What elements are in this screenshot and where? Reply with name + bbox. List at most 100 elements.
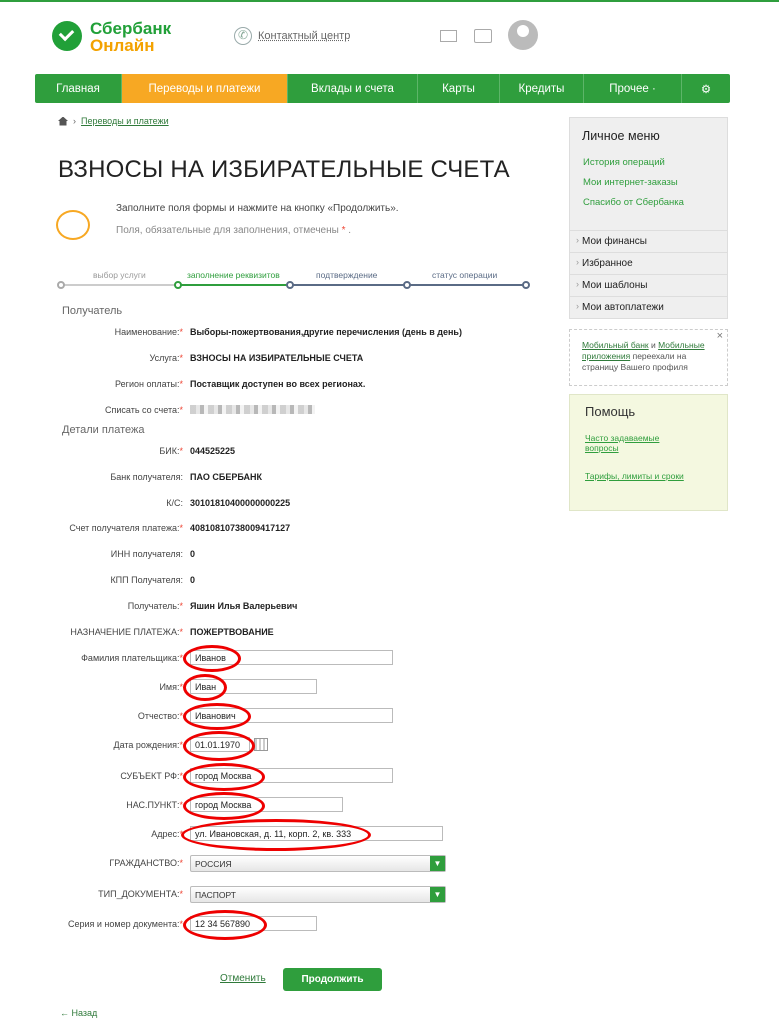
mail-icon[interactable] bbox=[440, 30, 457, 42]
first-name-input[interactable]: Иван bbox=[190, 679, 317, 694]
step-dot bbox=[522, 281, 530, 289]
nav-item-other[interactable]: Прочее · bbox=[584, 74, 682, 103]
sidebar-item-favorites[interactable]: Избранное bbox=[570, 252, 727, 274]
field-label: Регион оплаты:* bbox=[115, 379, 183, 389]
personal-menu: Личное меню История операций Мои интерне… bbox=[569, 117, 728, 319]
nav-item-cards[interactable]: Карты bbox=[418, 74, 500, 103]
field-value: Поставщик доступен во всех регионах. bbox=[190, 379, 366, 389]
field-label: ГРАЖДАНСТВО:* bbox=[109, 858, 183, 868]
sidebar-item-finances[interactable]: Мои финансы bbox=[570, 230, 727, 252]
help-title: Помощь bbox=[585, 404, 636, 419]
settings-gear-icon[interactable]: ⚙ bbox=[682, 74, 730, 103]
tariffs-link[interactable]: Тарифы, лимиты и сроки bbox=[585, 471, 685, 481]
cancel-link[interactable]: Отменить bbox=[220, 973, 266, 984]
field-label: Счет получателя платежа:* bbox=[69, 523, 183, 533]
continue-button[interactable]: Продолжить bbox=[283, 968, 382, 991]
locality-input[interactable]: город Москва bbox=[190, 797, 343, 812]
field-label: Списать со счета:* bbox=[105, 405, 183, 415]
step-label: подтверждение bbox=[316, 270, 378, 280]
home-icon[interactable] bbox=[58, 116, 68, 126]
progress-steps: выбор услуги заполнение реквизитов подтв… bbox=[57, 270, 530, 290]
avatar[interactable] bbox=[508, 20, 538, 50]
field-label: ТИП_ДОКУМЕНТА:* bbox=[98, 889, 183, 899]
nav-item-transfers[interactable]: Переводы и платежи bbox=[122, 74, 288, 103]
history-link[interactable]: История операций bbox=[583, 157, 665, 168]
step-line-2 bbox=[178, 284, 290, 286]
field-label: БИК:* bbox=[159, 446, 183, 456]
field-label: Банк получателя: bbox=[110, 472, 183, 482]
field-label: СУБЪЕКТ РФ:* bbox=[120, 771, 183, 781]
form-hint: Заполните поля формы и нажмите на кнопку… bbox=[116, 203, 399, 214]
surname-input[interactable]: Иванов bbox=[190, 650, 393, 665]
field-label: Дата рождения:* bbox=[113, 740, 183, 750]
phone-icon bbox=[234, 27, 252, 45]
document-type-select[interactable]: ПАСПОРТ ▼ bbox=[190, 886, 446, 903]
patronymic-input[interactable]: Иванович bbox=[190, 708, 393, 723]
sidebar-item-autopayments[interactable]: Мои автоплатежи bbox=[570, 296, 727, 318]
chevron-down-icon: ▼ bbox=[430, 887, 445, 902]
region-input[interactable]: город Москва bbox=[190, 768, 393, 783]
help-panel: Помощь Часто задаваемые вопросы Тарифы, … bbox=[569, 394, 728, 511]
document-number-input[interactable]: 12 34 567890 bbox=[190, 916, 317, 931]
field-label: Отчество:* bbox=[137, 711, 183, 721]
section-recipient: Получатель bbox=[62, 305, 123, 317]
step-dot bbox=[286, 281, 294, 289]
calendar-icon[interactable] bbox=[254, 738, 268, 751]
field-value: Яшин Илья Валерьевич bbox=[190, 601, 298, 611]
field-label: Услуга:* bbox=[149, 353, 183, 363]
nav-item-deposits[interactable]: Вклады и счета bbox=[288, 74, 418, 103]
field-value: Выборы-пожертвования,другие перечисления… bbox=[190, 327, 462, 337]
field-label: Получатель:* bbox=[127, 601, 183, 611]
nav-item-main[interactable]: Главная bbox=[35, 74, 122, 103]
required-hint-text: Поля, обязательные для заполнения, отмеч… bbox=[116, 225, 339, 236]
main-nav: Главная Переводы и платежи Вклады и счет… bbox=[35, 74, 730, 103]
internet-orders-link[interactable]: Мои интернет-заказы bbox=[583, 177, 678, 188]
bank-building-icon bbox=[56, 210, 90, 240]
field-value: 30101810400000000225 bbox=[190, 498, 291, 508]
step-dot bbox=[57, 281, 65, 289]
field-label: НАЗНАЧЕНИЕ ПЛАТЕЖА:* bbox=[70, 627, 183, 637]
breadcrumb-separator-icon: › bbox=[73, 116, 76, 126]
back-link[interactable]: ← Назад bbox=[60, 1008, 97, 1018]
personal-menu-title: Личное меню bbox=[582, 129, 660, 143]
account-select-obscured[interactable] bbox=[190, 405, 315, 414]
mobile-bank-link[interactable]: Мобильный банк bbox=[582, 340, 649, 350]
field-value: 40810810738009417127 bbox=[190, 523, 291, 533]
chat-icon[interactable] bbox=[474, 29, 492, 43]
field-label: КПП Получателя: bbox=[110, 575, 183, 585]
field-value: 0 bbox=[190, 575, 196, 585]
citizenship-select[interactable]: РОССИЯ ▼ bbox=[190, 855, 446, 872]
mobile-bank-notice: × Мобильный банк и Мобильные приложения … bbox=[569, 329, 728, 386]
field-value: ПОЖЕРТВОВАНИЕ bbox=[190, 627, 274, 637]
sberbank-logo-icon bbox=[52, 21, 82, 51]
required-hint: Поля, обязательные для заполнения, отмеч… bbox=[116, 225, 352, 236]
birthdate-input[interactable]: 01.01.1970 bbox=[190, 737, 250, 752]
field-label: НАС.ПУНКТ:* bbox=[126, 800, 183, 810]
contact-center-link[interactable]: Контактный центр bbox=[234, 27, 350, 45]
field-label: Наименование:* bbox=[114, 327, 183, 337]
field-label: Имя:* bbox=[159, 682, 183, 692]
required-mark: * bbox=[341, 225, 346, 236]
chevron-down-icon: ▼ bbox=[430, 856, 445, 871]
breadcrumb: › Переводы и платежи bbox=[58, 116, 169, 126]
field-label: ИНН получателя: bbox=[110, 549, 183, 559]
top-accent-line bbox=[0, 0, 779, 2]
section-details: Детали платежа bbox=[62, 424, 145, 436]
faq-link[interactable]: Часто задаваемые вопросы bbox=[585, 433, 685, 453]
contact-center-label: Контактный центр bbox=[258, 30, 351, 42]
field-value: 044525225 bbox=[190, 446, 236, 456]
sberbank-logo[interactable]: Сбербанк Онлайн bbox=[52, 18, 172, 55]
step-label: статус операции bbox=[432, 270, 498, 280]
field-label: Адрес:* bbox=[151, 829, 183, 839]
spasibo-link[interactable]: Спасибо от Сбербанка bbox=[583, 197, 684, 208]
breadcrumb-link[interactable]: Переводы и платежи bbox=[81, 116, 169, 126]
step-label: выбор услуги bbox=[93, 270, 146, 280]
nav-item-credits[interactable]: Кредиты bbox=[500, 74, 584, 103]
close-icon[interactable]: × bbox=[717, 331, 723, 342]
field-value: 0 bbox=[190, 549, 196, 559]
address-input[interactable]: ул. Ивановская, д. 11, корп. 2, кв. 333 bbox=[190, 826, 443, 841]
sidebar-item-templates[interactable]: Мои шаблоны bbox=[570, 274, 727, 296]
citizenship-value: РОССИЯ bbox=[195, 859, 232, 869]
field-value: ПАО СБЕРБАНК bbox=[190, 472, 262, 482]
step-dot bbox=[174, 281, 182, 289]
